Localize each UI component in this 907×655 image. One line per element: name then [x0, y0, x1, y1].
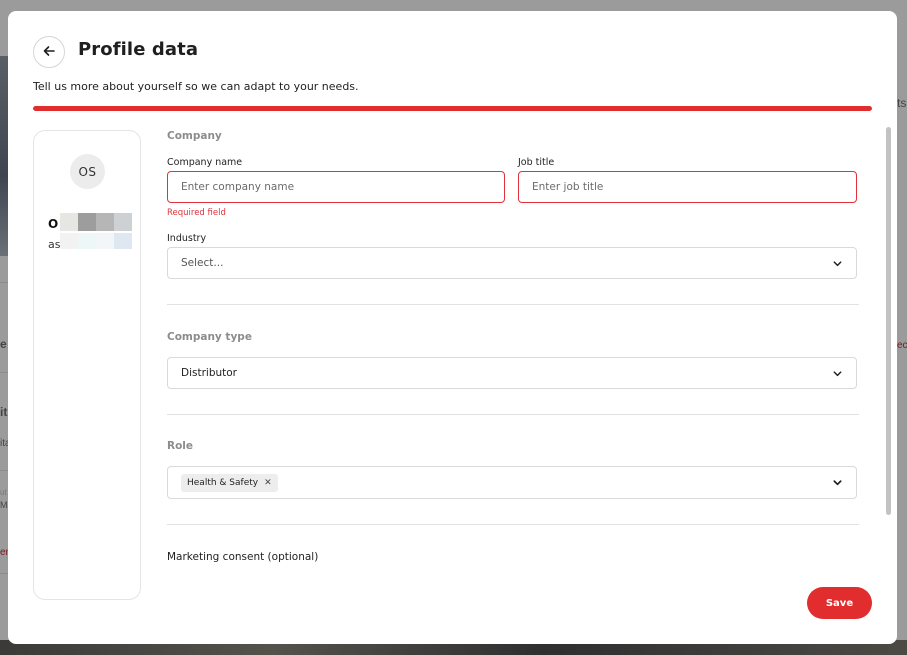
company-name-input[interactable] [181, 181, 491, 193]
user-subtitle: as [48, 238, 61, 251]
page-subtitle: Tell us more about yourself so we can ad… [33, 80, 359, 93]
job-title-input[interactable] [532, 181, 843, 193]
industry-select-value: Select... [181, 257, 224, 269]
scrollbar[interactable] [886, 127, 891, 515]
background-text: it [0, 405, 8, 419]
background-text: e [0, 337, 7, 351]
job-title-label: Job title [518, 157, 555, 168]
industry-label: Industry [167, 233, 207, 244]
company-name-error: Required field [167, 208, 226, 218]
role-chip: Health & Safety ✕ [181, 473, 278, 492]
marketing-consent-label: Marketing consent (optional) [167, 551, 319, 563]
page-title: Profile data [78, 39, 199, 60]
user-name: O [48, 217, 59, 231]
industry-select[interactable]: Select... [167, 247, 857, 279]
section-title-company: Company [167, 130, 222, 142]
company-name-field[interactable] [167, 171, 505, 203]
background-text: ut [0, 488, 7, 497]
section-divider [167, 304, 859, 305]
close-icon[interactable]: ✕ [264, 478, 272, 488]
back-button[interactable] [33, 36, 65, 68]
user-summary-card: OS O as [33, 130, 141, 600]
company-name-label: Company name [167, 157, 243, 168]
redacted-user-email [60, 233, 132, 249]
section-divider [167, 524, 859, 525]
company-type-select[interactable]: Distributor [167, 357, 857, 389]
save-button[interactable]: Save [807, 587, 872, 619]
progress-bar [33, 106, 872, 111]
role-multiselect[interactable]: Health & Safety ✕ [167, 466, 857, 499]
chevron-down-icon [832, 258, 843, 269]
chevron-down-icon [832, 368, 843, 379]
chevron-down-icon [832, 477, 843, 488]
arrow-left-icon [42, 43, 56, 62]
section-title-role: Role [167, 440, 194, 452]
role-chip-label: Health & Safety [187, 477, 259, 488]
progress-bar-fill [33, 106, 872, 111]
company-type-select-value: Distributor [181, 367, 238, 379]
background-text: ts [897, 96, 907, 110]
section-title-company-type: Company type [167, 331, 252, 343]
profile-data-modal: Profile data Tell us more about yourself… [8, 11, 897, 644]
section-divider [167, 414, 859, 415]
redacted-user-name [60, 213, 132, 231]
background-text: ec [897, 340, 907, 351]
avatar: OS [70, 154, 105, 189]
job-title-field[interactable] [518, 171, 857, 203]
